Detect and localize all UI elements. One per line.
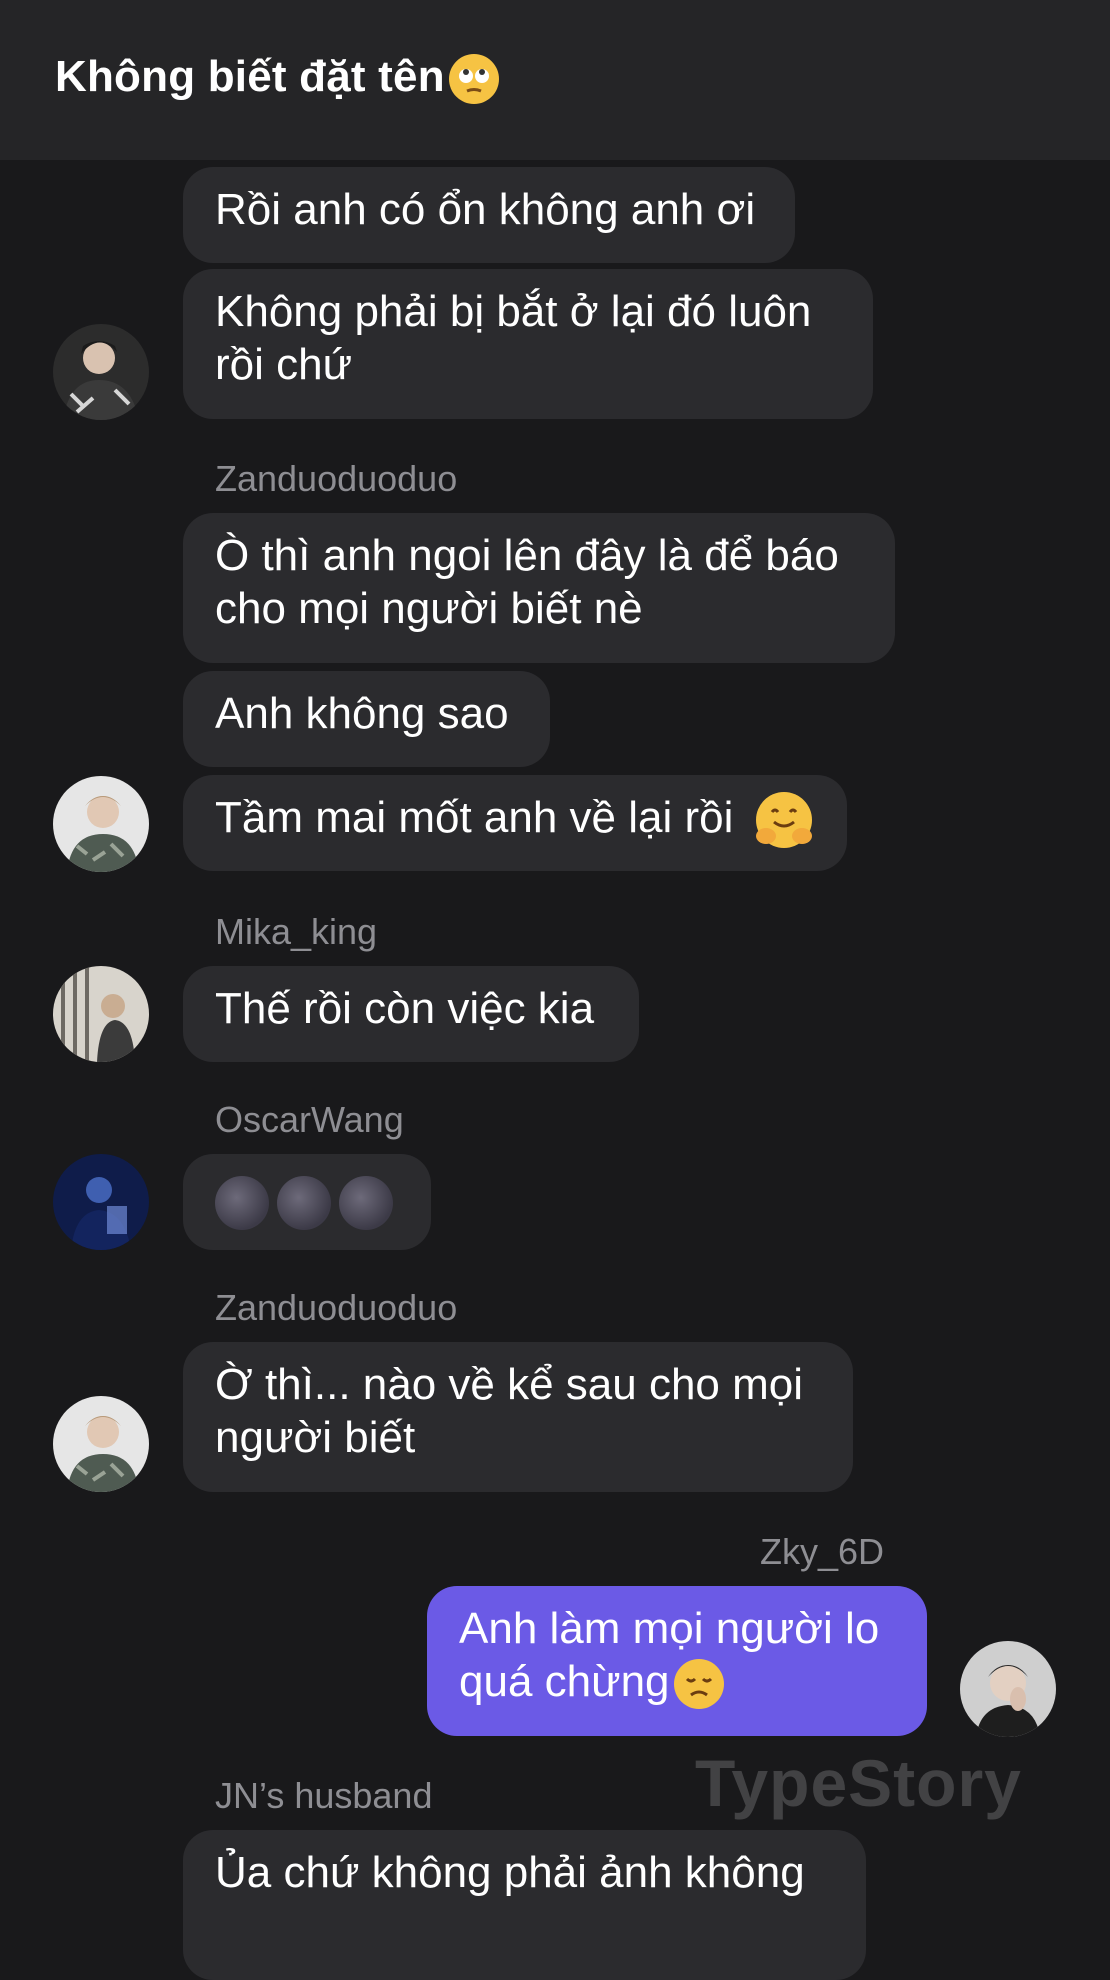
message-bubble[interactable]	[183, 1154, 431, 1250]
message-text: Thế rồi còn việc kia	[215, 984, 595, 1033]
message-bubble[interactable]: Ủa chứ không phải ảnh không	[183, 1830, 866, 1980]
message-text-line: Không phải bị bắt ở lại đó luôn	[215, 287, 812, 336]
sender-name: JN’s husband	[215, 1775, 433, 1816]
avatar[interactable]	[53, 1154, 149, 1250]
message-bubble[interactable]: Rồi anh có ổn không anh ơi	[183, 167, 795, 263]
message-text-line: Ờ thì... nào về kể sau cho mọi	[215, 1360, 804, 1409]
message-bubble[interactable]: Anh không sao	[183, 671, 550, 767]
message-text-line: người biết	[215, 1413, 416, 1462]
sender-name: Zanduoduoduo	[215, 458, 458, 499]
new-moon-face-emoji-icon	[277, 1176, 331, 1231]
chat-header: Không biết đặt tên	[0, 0, 1110, 160]
message-text-line: Ò thì anh ngoi lên đây là để báo	[215, 531, 839, 580]
avatar[interactable]	[53, 776, 149, 872]
message-bubble[interactable]: Tầm mai mốt anh về lại rồi	[183, 775, 847, 871]
message-bubble[interactable]: Ờ thì... nào về kể sau cho mọi người biế…	[183, 1342, 853, 1492]
hugging-face-emoji-icon	[755, 792, 812, 849]
chat-title[interactable]: Không biết đặt tên	[55, 52, 499, 105]
avatar[interactable]	[53, 1396, 149, 1492]
message-text-line: rồi chứ	[215, 340, 353, 389]
avatar[interactable]	[53, 966, 149, 1062]
message-text: Rồi anh có ổn không anh ơi	[215, 185, 756, 234]
disappointed-face-emoji-icon	[673, 1659, 724, 1710]
message-bubble-self[interactable]: Anh làm mọi người lo quá chừng	[427, 1586, 927, 1736]
sender-name: OscarWang	[215, 1099, 404, 1140]
chat-title-text: Không biết đặt tên	[55, 52, 445, 101]
sender-name: Zky_6D	[760, 1531, 885, 1572]
new-moon-face-emoji-icon	[339, 1176, 393, 1231]
eye-roll-emoji-icon	[448, 54, 499, 105]
message-text: Anh không sao	[215, 689, 509, 738]
watermark: TypeStory	[695, 1746, 1022, 1820]
message-text-line: Anh làm mọi người lo	[459, 1604, 880, 1653]
avatar[interactable]	[53, 324, 149, 420]
message-text-line: cho mọi người biết nè	[215, 584, 643, 633]
sender-name: Zanduoduoduo	[215, 1287, 458, 1328]
message-text: Tầm mai mốt anh về lại rồi	[215, 793, 734, 842]
message-bubble[interactable]: Thế rồi còn việc kia	[183, 966, 639, 1062]
message-text-line: Ủa chứ không phải ảnh không	[215, 1848, 805, 1897]
sender-name: Mika_king	[215, 911, 378, 952]
message-bubble[interactable]: Không phải bị bắt ở lại đó luôn rồi chứ	[183, 269, 873, 419]
message-text-line: quá chừng	[459, 1657, 670, 1706]
message-bubble[interactable]: Ò thì anh ngoi lên đây là để báo cho mọi…	[183, 513, 895, 663]
new-moon-face-emoji-icon	[215, 1176, 269, 1231]
avatar-self[interactable]	[960, 1641, 1056, 1737]
